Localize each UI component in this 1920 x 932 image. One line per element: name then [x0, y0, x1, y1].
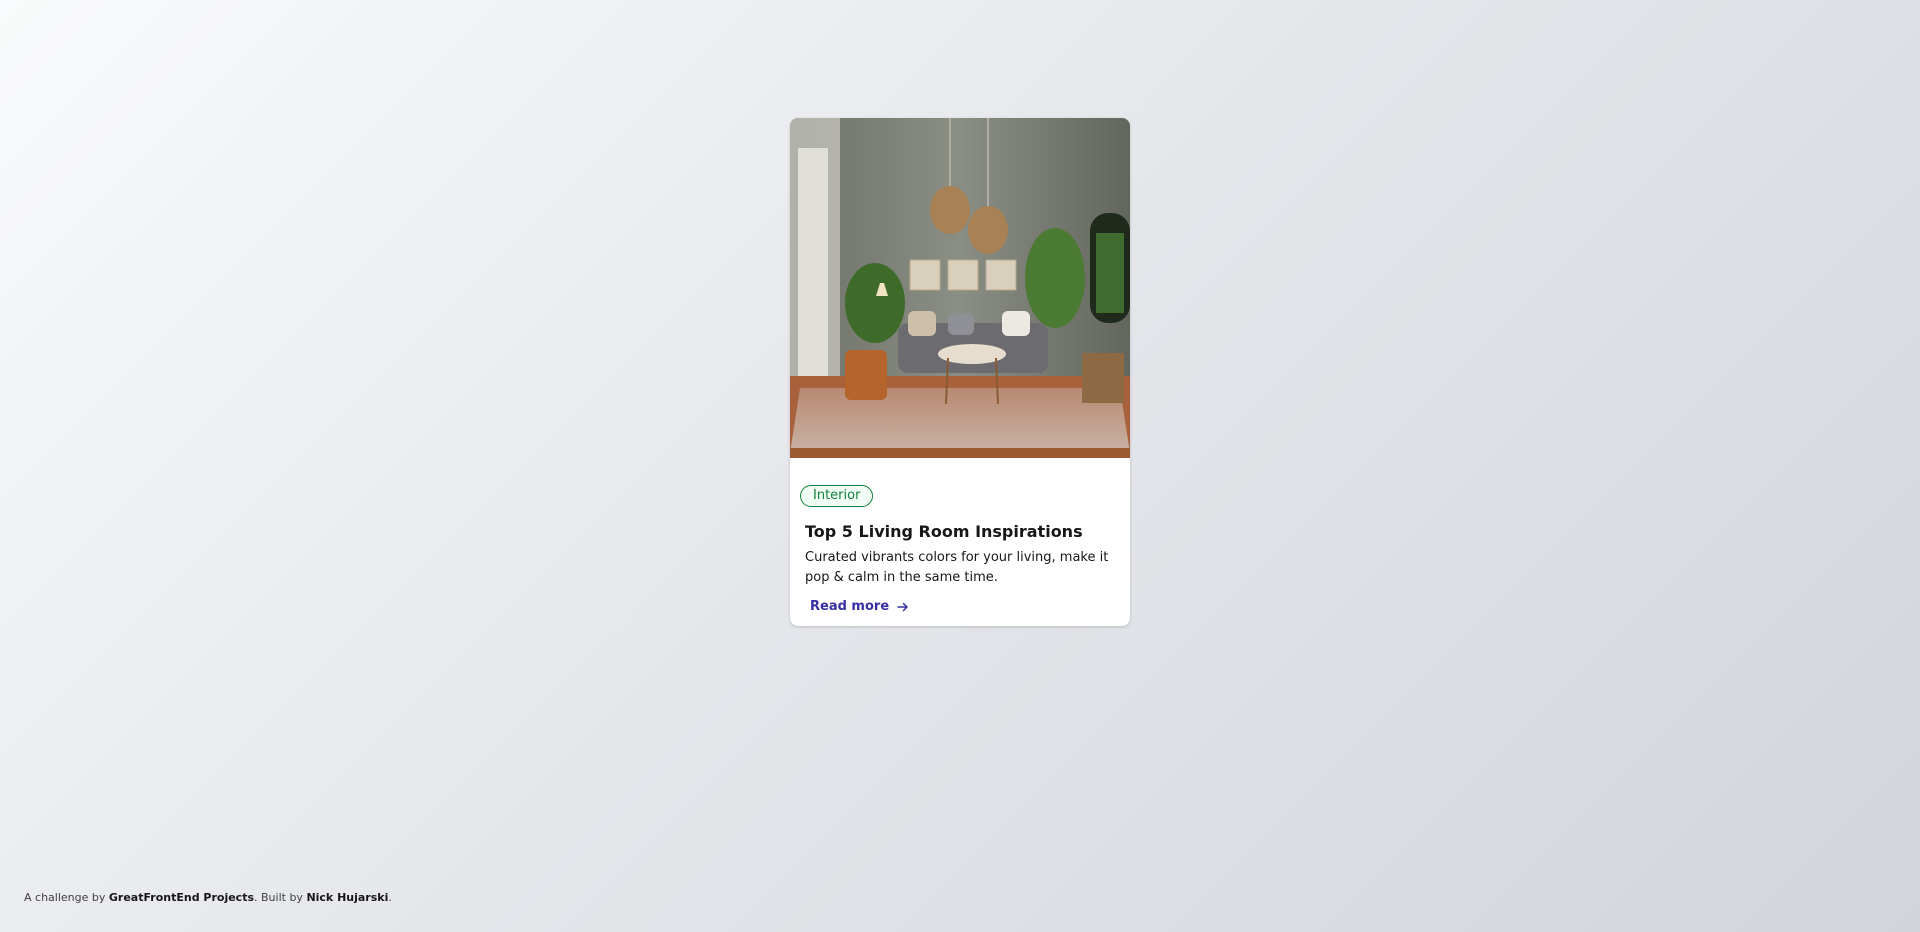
footer-suffix: .: [388, 891, 392, 904]
footer-middle: . Built by: [254, 891, 307, 904]
living-room-image: [790, 118, 1130, 458]
challenge-org-link[interactable]: GreatFrontEnd Projects: [109, 891, 254, 904]
read-more-label: Read more: [810, 599, 890, 614]
card-title: Top 5 Living Room Inspirations: [805, 522, 1083, 541]
read-more-link[interactable]: Read more: [810, 597, 909, 617]
category-badge: Interior: [800, 485, 874, 507]
author-link[interactable]: Nick Hujarski: [306, 891, 388, 904]
attribution-footer: A challenge by GreatFrontEnd Projects. B…: [24, 891, 392, 904]
arrow-right-icon: [897, 602, 908, 612]
card-body: Interior Top 5 Living Room Inspirations …: [790, 458, 1130, 617]
card-description: Curated vibrants colors for your living,…: [805, 550, 1109, 585]
blog-card: Interior Top 5 Living Room Inspirations …: [790, 118, 1130, 626]
footer-prefix: A challenge by: [24, 891, 109, 904]
